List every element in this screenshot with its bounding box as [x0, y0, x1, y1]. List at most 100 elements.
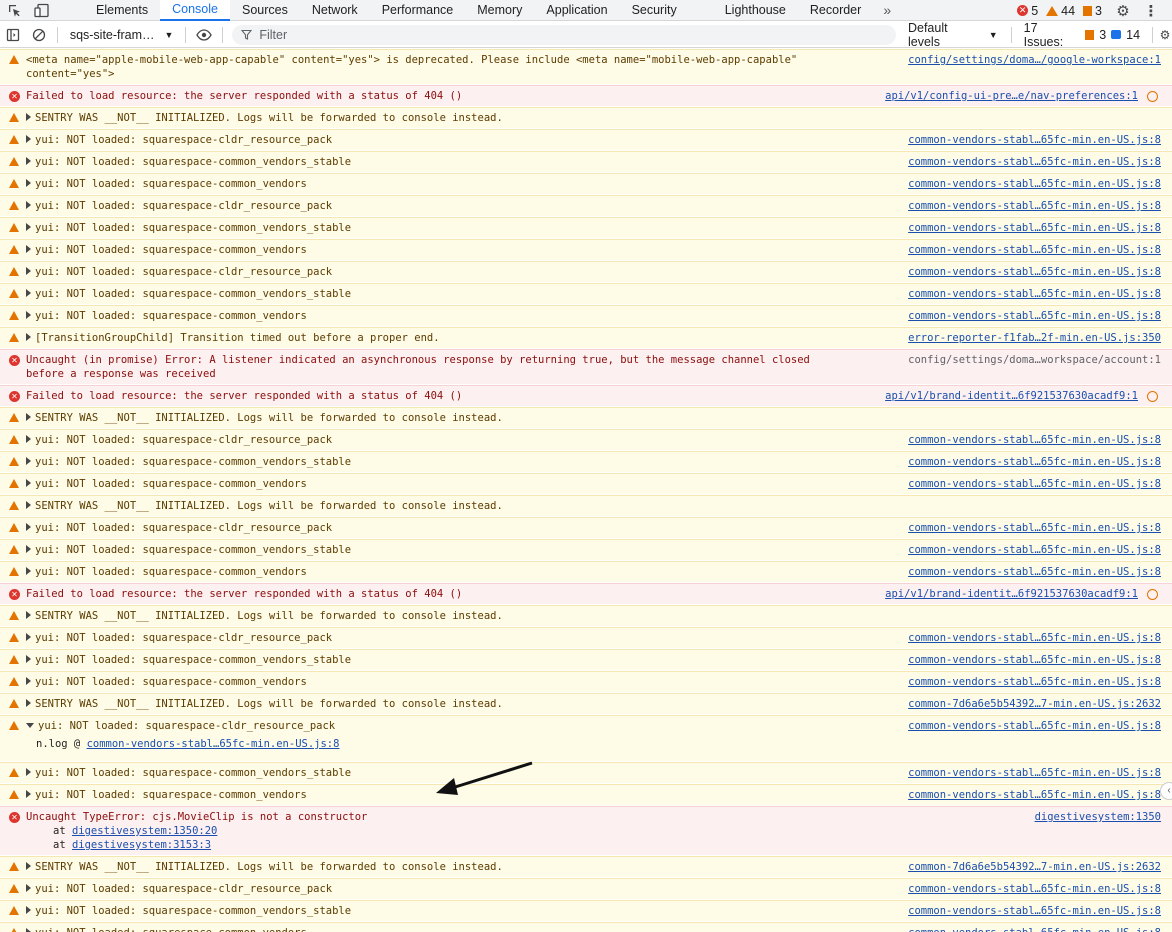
expand-arrow-icon[interactable] [26, 790, 31, 798]
expand-arrow-icon[interactable] [26, 862, 31, 870]
inspect-element-icon[interactable] [0, 0, 28, 21]
message-source-link[interactable]: common-vendors-stabl…65fc-min.en-US.js:8 [908, 926, 1161, 932]
filter-input[interactable]: Filter [232, 24, 896, 45]
console-warning-message[interactable]: yui: NOT loaded: squarespace-common_vend… [0, 784, 1172, 806]
message-source-link[interactable]: common-vendors-stabl…65fc-min.en-US.js:8 [908, 766, 1161, 780]
expand-arrow-icon[interactable] [26, 311, 31, 319]
message-source-link[interactable]: api/v1/brand-identit…6f921537630acadf9:1 [885, 389, 1138, 403]
tab-security[interactable]: Security [620, 0, 689, 21]
message-source-link[interactable]: common-7d6a6e5b54392…7-min.en-US.js:2632 [908, 860, 1161, 874]
expand-arrow-icon[interactable] [26, 523, 31, 531]
console-warning-message[interactable]: <meta name="apple-mobile-web-app-capable… [0, 49, 1172, 85]
expand-arrow-icon[interactable] [26, 435, 31, 443]
console-settings-gear-icon[interactable]: ⚙ [1158, 22, 1172, 48]
expand-arrow-icon[interactable] [26, 928, 31, 932]
tab-performance[interactable]: Performance [370, 0, 466, 21]
expand-arrow-icon[interactable] [26, 457, 31, 465]
message-source-link[interactable]: config/settings/doma…workspace/account:1 [908, 353, 1161, 367]
console-error-message[interactable]: ✕ Uncaught TypeError: cjs.MovieClip is no… [0, 806, 1172, 856]
error-count[interactable]: ✕ 5 [1017, 4, 1038, 18]
message-source-link[interactable]: api/v1/brand-identit…6f921537630acadf9:1 [885, 587, 1138, 601]
console-warning-message[interactable]: yui: NOT loaded: squarespace-common_vend… [0, 151, 1172, 173]
message-source-link[interactable]: common-vendors-stabl…65fc-min.en-US.js:8 [908, 675, 1161, 689]
expand-arrow-icon[interactable] [26, 413, 31, 421]
message-source-link[interactable]: config/settings/doma…/google-workspace:1 [908, 53, 1161, 67]
expand-arrow-icon[interactable] [26, 633, 31, 641]
message-source-link[interactable]: common-vendors-stabl…65fc-min.en-US.js:8 [908, 477, 1161, 491]
console-error-message[interactable]: ✕ Failed to load resource: the server res… [0, 85, 1172, 107]
tab-elements[interactable]: Elements [84, 0, 160, 21]
console-warning-message[interactable]: yui: NOT loaded: squarespace-common_vend… [0, 539, 1172, 561]
console-warning-message[interactable]: yui: NOT loaded: squarespace-common_vend… [0, 451, 1172, 473]
tab-sources[interactable]: Sources [230, 0, 300, 21]
message-source-link[interactable]: api/v1/config-ui-pre…e/nav-preferences:1 [885, 89, 1138, 103]
stack-source-link[interactable]: digestivesystem:3153:3 [72, 839, 211, 851]
device-toolbar-icon[interactable] [28, 0, 56, 21]
message-source-link[interactable]: common-vendors-stabl…65fc-min.en-US.js:8 [908, 287, 1161, 301]
network-request-icon[interactable] [1147, 589, 1158, 600]
message-source-link[interactable]: common-vendors-stabl…65fc-min.en-US.js:8 [908, 719, 1161, 733]
console-warning-message[interactable]: SENTRY WAS __NOT__ INITIALIZED. Logs wil… [0, 693, 1172, 715]
expand-arrow-icon[interactable] [26, 245, 31, 253]
message-source-link[interactable]: error-reporter-f1fab…2f-min.en-US.js:350 [908, 331, 1161, 345]
scroll-edge-button[interactable]: ‹ [1160, 782, 1172, 800]
message-source-link[interactable]: common-vendors-stabl…65fc-min.en-US.js:8 [908, 455, 1161, 469]
more-tabs-icon[interactable]: » [873, 0, 901, 21]
expand-arrow-icon[interactable] [26, 223, 31, 231]
console-error-message[interactable]: ✕ Uncaught (in promise) Error: A listener… [0, 349, 1172, 385]
message-source-link[interactable]: common-vendors-stabl…65fc-min.en-US.js:8 [908, 155, 1161, 169]
console-warning-message[interactable]: yui: NOT loaded: squarespace-cldr_resour… [0, 261, 1172, 283]
issue-count[interactable]: 3 [1083, 4, 1102, 18]
expand-arrow-icon[interactable] [26, 501, 31, 509]
console-warning-message[interactable]: SENTRY WAS __NOT__ INITIALIZED. Logs wil… [0, 407, 1172, 429]
expand-arrow-icon[interactable] [26, 113, 31, 121]
expand-arrow-icon[interactable] [26, 567, 31, 575]
message-source-link[interactable]: common-vendors-stabl…65fc-min.en-US.js:8 [908, 221, 1161, 235]
stack-source-link[interactable]: digestivesystem:1350:20 [72, 825, 217, 837]
expand-arrow-icon[interactable] [26, 479, 31, 487]
message-source-link[interactable]: common-vendors-stabl…65fc-min.en-US.js:8 [908, 265, 1161, 279]
network-request-icon[interactable] [1147, 391, 1158, 402]
console-warning-message[interactable]: yui: NOT loaded: squarespace-cldr_resour… [0, 878, 1172, 900]
console-warning-message[interactable]: yui: NOT loaded: squarespace-cldr_resour… [0, 429, 1172, 451]
console-warning-message[interactable]: yui: NOT loaded: squarespace-common_vend… [0, 473, 1172, 495]
expand-arrow-icon[interactable] [26, 611, 31, 619]
clear-console-icon[interactable] [26, 22, 52, 48]
sidebar-toggle-icon[interactable] [0, 22, 26, 48]
message-source-link[interactable]: common-vendors-stabl…65fc-min.en-US.js:8 [908, 788, 1161, 802]
message-source-link[interactable]: common-vendors-stabl…65fc-min.en-US.js:8 [908, 177, 1161, 191]
tab-console[interactable]: Console [160, 0, 230, 21]
expand-arrow-icon[interactable] [26, 179, 31, 187]
tab-memory[interactable]: Memory [465, 0, 534, 21]
console-warning-message[interactable]: yui: NOT loaded: squarespace-common_vend… [0, 217, 1172, 239]
message-counts[interactable]: ✕ 5 44 3 [1017, 0, 1102, 21]
message-source-link[interactable]: common-vendors-stabl…65fc-min.en-US.js:8 [908, 631, 1161, 645]
console-warning-message[interactable]: yui: NOT loaded: squarespace-common_vend… [0, 922, 1172, 932]
console-warning-message[interactable]: yui: NOT loaded: squarespace-common_vend… [0, 671, 1172, 693]
message-source-link[interactable]: common-vendors-stabl…65fc-min.en-US.js:8 [908, 882, 1161, 896]
message-source-link[interactable]: common-vendors-stabl…65fc-min.en-US.js:8 [908, 565, 1161, 579]
console-warning-message[interactable]: yui: NOT loaded: squarespace-cldr_resour… [0, 195, 1172, 217]
expand-arrow-icon[interactable] [26, 677, 31, 685]
console-error-message[interactable]: ✕ Failed to load resource: the server res… [0, 385, 1172, 407]
console-warning-message[interactable]: SENTRY WAS __NOT__ INITIALIZED. Logs wil… [0, 107, 1172, 129]
console-warning-message[interactable]: yui: NOT loaded: squarespace-common_vend… [0, 900, 1172, 922]
message-source-link[interactable]: common-vendors-stabl…65fc-min.en-US.js:8 [908, 309, 1161, 323]
console-warning-message[interactable]: yui: NOT loaded: squarespace-cldr_resour… [0, 517, 1172, 539]
message-source-link[interactable]: common-vendors-stabl…65fc-min.en-US.js:8 [908, 199, 1161, 213]
context-selector[interactable]: sqs-site-fram… ▼ [63, 25, 181, 45]
live-expression-eye-icon[interactable] [191, 22, 217, 48]
message-source-link[interactable]: common-vendors-stabl…65fc-min.en-US.js:8 [908, 521, 1161, 535]
console-error-message[interactable]: ✕ Failed to load resource: the server res… [0, 583, 1172, 605]
console-warning-message[interactable]: yui: NOT loaded: squarespace-common_vend… [0, 762, 1172, 784]
console-warning-message[interactable]: yui: NOT loaded: squarespace-common_vend… [0, 305, 1172, 327]
message-source-link[interactable]: common-vendors-stabl…65fc-min.en-US.js:8 [908, 433, 1161, 447]
message-source-link[interactable]: common-7d6a6e5b54392…7-min.en-US.js:2632 [908, 697, 1161, 711]
expand-arrow-icon[interactable] [26, 768, 31, 776]
tab-lighthouse[interactable]: Lighthouse [713, 0, 798, 21]
message-source-link[interactable]: digestivesystem:1350 [1035, 810, 1161, 824]
message-source-link[interactable]: common-vendors-stabl…65fc-min.en-US.js:8 [908, 133, 1161, 147]
expand-arrow-icon[interactable] [26, 545, 31, 553]
expand-arrow-icon[interactable] [26, 699, 31, 707]
network-request-icon[interactable] [1147, 91, 1158, 102]
